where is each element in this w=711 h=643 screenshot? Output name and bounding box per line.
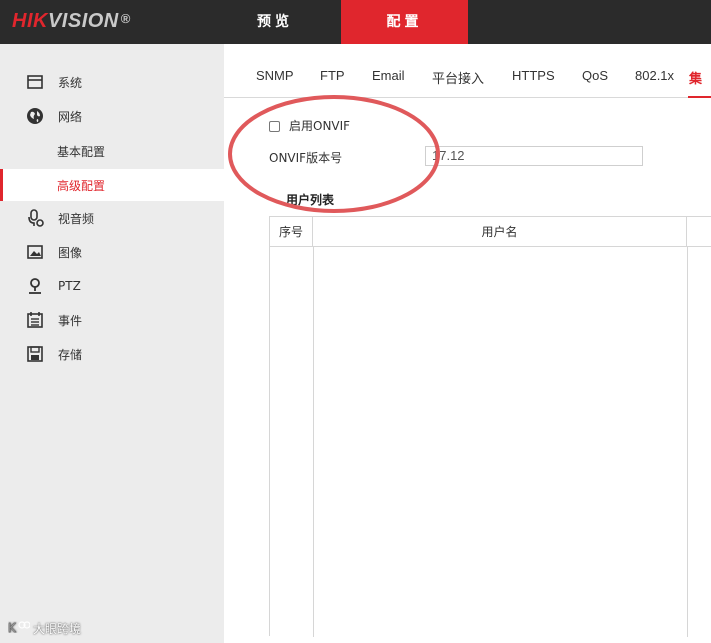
sidebar-item-label: 高级配置 — [57, 178, 106, 193]
tab-platform-access[interactable]: 平台接入 — [432, 68, 484, 87]
sidebar-item-advanced-config[interactable]: 高级配置 — [0, 169, 224, 201]
image-icon — [26, 243, 44, 261]
svg-text:K: K — [8, 621, 17, 633]
onvif-version-field: 17.12 — [425, 146, 643, 166]
nav-tab-config[interactable]: 配置 — [341, 0, 468, 44]
save-icon — [26, 345, 44, 363]
watermark: K 大眼跨境 — [8, 620, 81, 637]
annotation-ellipse — [228, 95, 440, 213]
column-header-index: 序号 — [270, 217, 313, 247]
sidebar-item-label: 事件 — [58, 313, 83, 328]
column-divider — [313, 247, 314, 637]
tab-ftp[interactable]: FTP — [320, 68, 345, 83]
sidebar-item-image[interactable]: 图像 — [0, 236, 224, 268]
sidebar-item-label: 基本配置 — [57, 144, 106, 159]
watermark-logo-icon: K — [8, 621, 31, 636]
sidebar-item-network[interactable]: 网络 — [0, 100, 224, 132]
column-header-username: 用户名 — [313, 217, 687, 247]
sidebar-item-basic-config[interactable]: 基本配置 — [0, 135, 224, 167]
table-header: 序号 用户名 — [270, 217, 711, 247]
microphone-icon — [26, 209, 44, 227]
tab-https[interactable]: HTTPS — [512, 68, 555, 83]
tab-integration[interactable]: 集 — [689, 68, 702, 87]
sidebar-item-event[interactable]: 事件 — [0, 304, 224, 336]
sidebar-item-label: 存储 — [58, 347, 83, 362]
calendar-icon — [26, 311, 44, 329]
user-list-table: 序号 用户名 — [269, 216, 711, 637]
ptz-icon — [26, 277, 44, 295]
hikvision-logo: HIKVISION ® — [12, 10, 131, 32]
advanced-config-tabs: SNMP FTP Email 平台接入 HTTPS QoS 802.1x 集 — [224, 44, 711, 98]
column-divider — [687, 247, 688, 637]
top-navigation-bar: HIKVISION ® 预览 配置 — [0, 0, 711, 44]
tab-qos[interactable]: QoS — [582, 68, 608, 83]
sidebar-item-label: 网络 — [58, 109, 83, 124]
active-tab-indicator — [688, 96, 711, 98]
sidebar-item-label: 系统 — [58, 75, 83, 90]
watermark-text: 大眼跨境 — [33, 622, 82, 636]
sidebar-item-label: 视音频 — [58, 211, 95, 226]
sidebar: 系统 网络 基本配置 高级配置 视音频 图像 PTZ 事件 存储 — [0, 44, 224, 643]
sidebar-item-video-audio[interactable]: 视音频 — [0, 202, 224, 234]
sidebar-item-label: PTZ — [58, 279, 81, 293]
sidebar-item-label: 图像 — [58, 245, 83, 260]
monitor-icon — [26, 73, 44, 91]
sidebar-item-system[interactable]: 系统 — [0, 66, 224, 98]
nav-tab-preview[interactable]: 预览 — [240, 0, 310, 44]
tab-email[interactable]: Email — [372, 68, 405, 83]
globe-icon — [26, 107, 44, 125]
tab-8021x[interactable]: 802.1x — [635, 68, 674, 83]
sidebar-item-ptz[interactable]: PTZ — [0, 270, 224, 302]
sidebar-item-storage[interactable]: 存储 — [0, 338, 224, 370]
tab-snmp[interactable]: SNMP — [256, 68, 294, 83]
